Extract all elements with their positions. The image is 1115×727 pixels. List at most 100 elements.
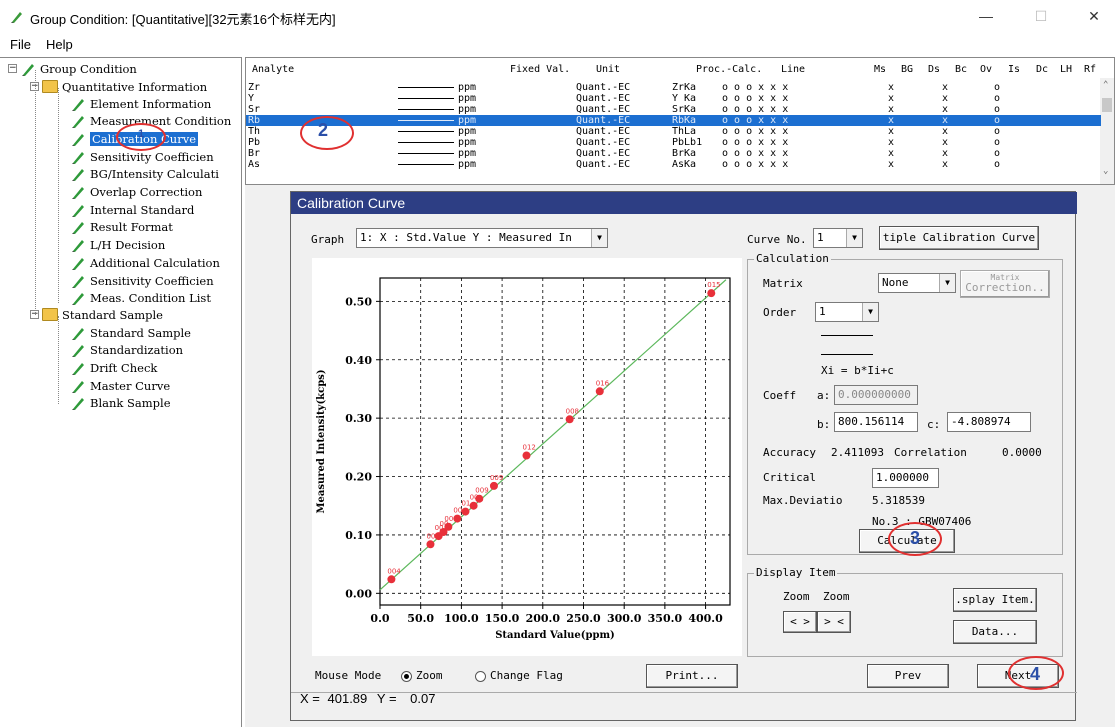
tree-item-5[interactable]: Overlap Correction <box>70 184 202 201</box>
tree-item-7[interactable]: Result Format <box>70 219 173 236</box>
graph-select[interactable]: 1: X : Std.Value Y : Measured In ▼ <box>356 228 608 248</box>
tree-item-10[interactable]: Sensitivity Coefficien <box>70 272 214 289</box>
pencil-icon <box>70 184 86 200</box>
scroll-thumb[interactable] <box>1102 98 1112 112</box>
grid-header[interactable]: Bc <box>955 64 967 78</box>
menu-file[interactable]: File <box>10 37 31 52</box>
ds-cell: x <box>942 104 949 115</box>
tree-item-8[interactable]: L/H Decision <box>70 237 165 254</box>
zoom-out-button[interactable]: > < <box>817 611 851 633</box>
pencil-icon <box>70 96 86 112</box>
tree-item-label: Element Information <box>90 96 212 111</box>
grid-header[interactable]: BG <box>901 64 913 78</box>
x-tick-label: 400.0 <box>688 612 723 625</box>
matrix-correction-button[interactable]: Matrix Correction.. <box>960 270 1050 298</box>
table-row[interactable]: Yppm Quant.-EC Y Ka o o o x x x x x o <box>246 93 1101 104</box>
pencil-icon <box>70 113 86 129</box>
tree-std-item-4[interactable]: Blank Sample <box>70 395 171 412</box>
tree-item-11[interactable]: Meas. Condition List <box>70 290 211 307</box>
tree-item-quantitative-information[interactable]: − Quantitative Information <box>30 78 207 95</box>
table-row[interactable]: Br ppm Quant.-EC BrKa o o o x x x x x o <box>246 148 1101 159</box>
calc-cell: Quant.-EC <box>576 126 631 137</box>
ms-cell: x <box>888 104 895 115</box>
grid-header[interactable]: Dc <box>1036 64 1048 78</box>
critical-field[interactable]: 1.000000 <box>872 468 939 488</box>
flags-cell: o o o x x x <box>722 115 789 126</box>
tree-item-standard-sample-group[interactable]: − Standard Sample <box>30 306 163 323</box>
prev-button[interactable]: Prev <box>867 664 949 688</box>
zoom-radio[interactable]: Zoom <box>401 669 443 682</box>
collapse-icon[interactable]: − <box>8 64 17 73</box>
tree-item-9[interactable]: Additional Calculation <box>70 254 220 271</box>
grid-header[interactable]: Ds <box>928 64 940 78</box>
calibration-chart-svg[interactable]: 0.0 50.0 100.0 150.0 200.0 250.0 300.0 350.0 400… <box>312 258 742 656</box>
grid-header[interactable]: Rf <box>1084 64 1096 78</box>
tree-item-4[interactable]: BG/Intensity Calculati <box>70 166 219 183</box>
tree-item-group-condition[interactable]: − Group Condition <box>8 60 137 77</box>
calc-cell: Quant.-EC <box>576 159 631 170</box>
plot-area <box>379 277 731 606</box>
maximize-button[interactable]: ☐ <box>1021 8 1061 25</box>
table-row[interactable]: Th ppm Quant.-EC ThLa o o o x x x x x o <box>246 126 1101 137</box>
table-row[interactable]: As ppm Quant.-EC AsKa o o o x x x x x o <box>246 159 1101 170</box>
matrix-select[interactable]: None ▼ <box>878 273 956 293</box>
coeff-c-field[interactable]: -4.808974 <box>947 412 1031 432</box>
data-point-label: 008 <box>566 407 579 415</box>
scroll-up-icon[interactable]: ⌃ <box>1103 80 1108 90</box>
tree-std-item-1[interactable]: Standardization <box>70 342 183 359</box>
tree-std-item-0[interactable]: Standard Sample <box>70 324 191 341</box>
fixed-value-line <box>398 109 454 110</box>
coeff-b-field[interactable]: 800.156114 <box>834 412 918 432</box>
table-row[interactable]: Sr ppm Quant.-EC SrKa o o o x x x x x o <box>246 104 1101 115</box>
tree-connector <box>58 316 59 404</box>
display-item-button[interactable]: .splay Item. <box>953 588 1037 612</box>
table-row[interactable]: Pb ppm Quant.-EC PbLb1 o o o x x x x x o <box>246 137 1101 148</box>
close-button[interactable]: ✕ <box>1074 8 1114 25</box>
grid-header[interactable]: Fixed Val. <box>510 64 570 78</box>
grid-header[interactable]: Unit <box>596 64 620 78</box>
order-select[interactable]: 1 ▼ <box>815 302 879 322</box>
line-cell: ThLa <box>672 126 697 137</box>
y-tick-label: 0.00 <box>345 587 372 600</box>
tree-item-6[interactable]: Internal Standard <box>70 201 194 218</box>
coeff-a-field[interactable]: 0.000000000 <box>834 385 918 405</box>
grid-header[interactable]: Is <box>1008 64 1020 78</box>
grid-header[interactable]: Ov <box>980 64 992 78</box>
grid-header[interactable]: Ms <box>874 64 886 78</box>
table-row[interactable]: Rb ppm Quant.-EC RbKa o o o x x x x x o <box>246 115 1101 126</box>
curve-no-select[interactable]: 1 ▼ <box>813 228 863 248</box>
curve-no-value: 1 <box>817 231 824 244</box>
display-item-group-title: Display Item <box>754 566 838 579</box>
minimize-button[interactable]: — <box>966 8 1006 24</box>
analyte-cell: As <box>248 159 261 170</box>
grid-header[interactable]: Analyte <box>252 64 294 78</box>
menu-help[interactable]: Help <box>46 37 73 52</box>
change-flag-radio[interactable]: Change Flag <box>475 669 563 682</box>
print-button[interactable]: Print... <box>646 664 738 688</box>
tree-std-item-2[interactable]: Drift Check <box>70 359 157 376</box>
pencil-icon <box>70 202 86 218</box>
unit-cell: ppm <box>458 148 477 159</box>
scroll-down-icon[interactable]: ⌄ <box>1103 166 1108 176</box>
flags-cell: o o o x x x <box>722 82 789 93</box>
data-point-label: 00 <box>453 507 462 515</box>
navigation-tree: − Group Condition − Quantitative Informatio… <box>0 57 242 727</box>
tree-item-0[interactable]: Element Information <box>70 95 211 112</box>
grid-header[interactable]: Proc.-Calc. <box>696 64 762 78</box>
grid-scrollbar[interactable]: ⌃ ⌄ <box>1100 78 1114 184</box>
ds-cell: x <box>942 126 949 137</box>
window-title: Group Condition: [Quantitative][32元素16个标… <box>30 12 336 27</box>
data-button[interactable]: Data... <box>953 620 1037 644</box>
data-point-label: 015 <box>707 281 720 289</box>
line-cell: PbLb1 <box>672 137 703 148</box>
data-point <box>469 501 478 510</box>
table-row[interactable]: Zr ppm Quant.-EC ZrKa o o o x x x x x o <box>246 82 1101 93</box>
calibration-chart[interactable]: 0.0 50.0 100.0 150.0 200.0 250.0 300.0 350.0 400… <box>312 258 742 656</box>
multiple-calibration-curve-button[interactable]: tiple Calibration Curve <box>879 226 1039 250</box>
zoom-in-button[interactable]: < > <box>783 611 817 633</box>
tree-std-item-3[interactable]: Master Curve <box>70 377 170 394</box>
grid-header[interactable]: Line <box>781 64 805 78</box>
line-cell: AsKa <box>672 159 697 170</box>
radio-selected-icon <box>401 670 412 682</box>
grid-header[interactable]: LH <box>1060 64 1072 78</box>
